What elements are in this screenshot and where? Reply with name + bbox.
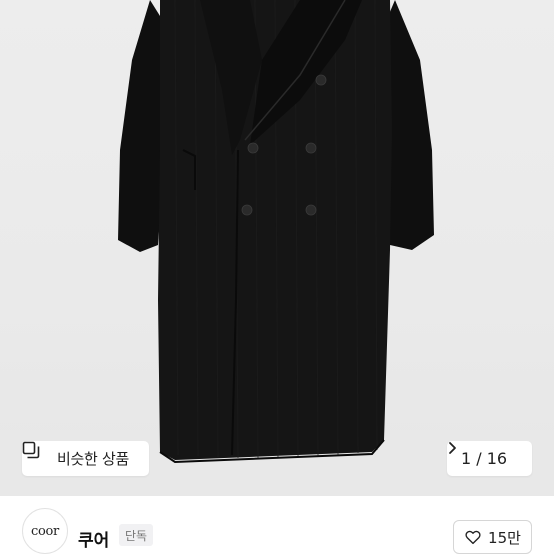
similar-products-label: 비슷한 상품 <box>57 450 129 468</box>
coat-illustration <box>0 0 554 496</box>
product-image[interactable]: 비슷한 상품 1 / 16 <box>0 0 554 496</box>
seller-name[interactable]: 쿠어 <box>78 526 109 551</box>
like-button[interactable]: 15만 <box>453 520 532 554</box>
chevron-right-icon <box>449 442 525 466</box>
seller-bar: coor 쿠어 단독 15만 <box>0 496 554 554</box>
seller-avatar-text: coor <box>31 523 59 539</box>
image-page-indicator[interactable]: 1 / 16 <box>447 441 532 476</box>
like-count: 15만 <box>488 528 521 547</box>
stacked-squares-icon <box>22 441 51 468</box>
heart-outline-icon <box>464 528 482 546</box>
seller-avatar[interactable]: coor <box>22 508 68 554</box>
similar-products-button[interactable]: 비슷한 상품 <box>22 441 149 476</box>
exclusive-badge: 단독 <box>119 524 154 546</box>
page-indicator-label: 1 / 16 <box>461 449 508 468</box>
